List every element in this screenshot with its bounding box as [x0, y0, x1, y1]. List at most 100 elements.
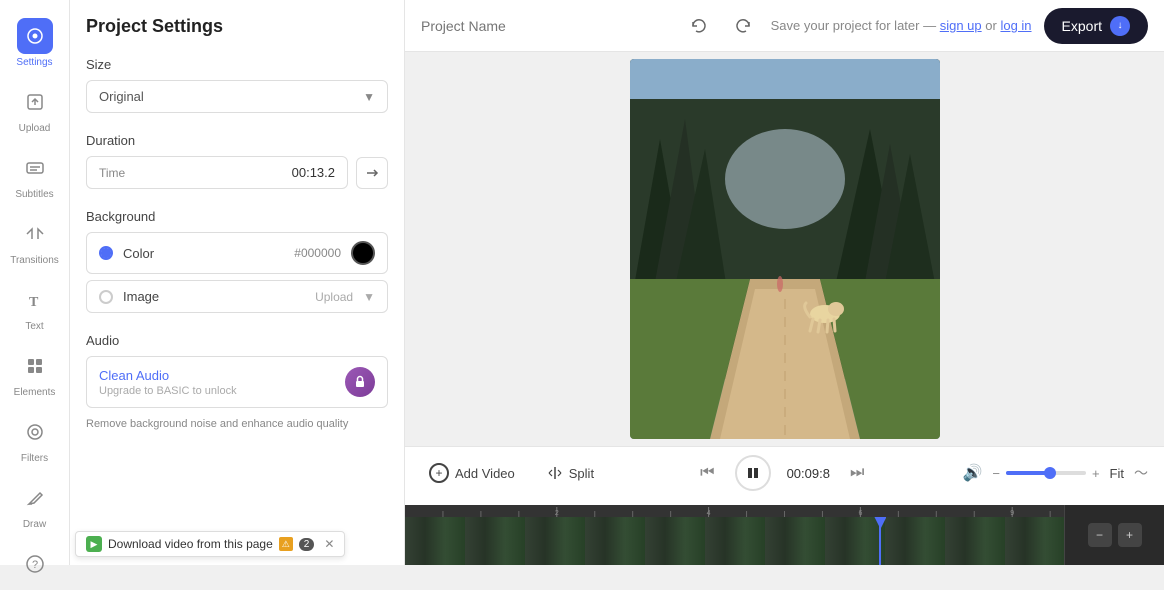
transitions-icon — [24, 223, 46, 245]
video-preview — [630, 59, 940, 439]
time-display: 00:09:8 — [787, 466, 830, 481]
sidebar-item-upload-label: Upload — [19, 123, 51, 134]
svg-text:9: 9 — [1010, 510, 1014, 517]
zoom-thumb[interactable] — [1044, 467, 1056, 479]
color-swatch[interactable] — [351, 241, 375, 265]
fit-button[interactable]: Fit — [1110, 466, 1124, 481]
bottom-controls: + Add Video Split ⏮ — [405, 446, 1164, 505]
video-scene-svg — [630, 59, 940, 439]
skip-back-button[interactable]: ⏮ — [696, 460, 718, 486]
undo-icon — [690, 17, 708, 35]
timeline-content[interactable] — [405, 517, 1064, 565]
sidebar-item-text-label: Text — [25, 321, 43, 332]
upgrade-label: Upgrade to BASIC to unlock — [99, 385, 237, 397]
filters-icon — [24, 421, 46, 443]
sidebar-item-upload[interactable]: Upload — [0, 76, 69, 142]
add-video-button[interactable]: + Add Video — [421, 459, 523, 487]
svg-text:T: T — [29, 295, 39, 310]
image-option[interactable]: Image Upload ▼ — [86, 280, 388, 313]
add-video-icon: + — [429, 463, 449, 483]
timeline: 2 4 6 9 12 — [405, 505, 1164, 565]
project-name-input[interactable] — [421, 18, 671, 34]
upload-chevron-icon: ▼ — [363, 290, 375, 304]
image-option-label: Image — [123, 289, 305, 304]
filters-icon-wrap — [17, 414, 53, 450]
zoom-in-icon[interactable]: + — [1092, 466, 1100, 481]
time-input[interactable]: Time 00:13.2 — [86, 156, 348, 189]
export-download-icon: ↓ — [1110, 16, 1130, 36]
playback-center: ⏮ 00:09:8 ⏭ — [618, 455, 946, 491]
sidebar-item-draw[interactable]: Draw — [0, 472, 69, 538]
subtitles-icon-wrap — [17, 150, 53, 186]
draw-icon — [24, 487, 46, 509]
duration-expand-button[interactable] — [356, 157, 388, 189]
elements-icon — [24, 355, 46, 377]
timeline-add-button[interactable]: + — [1118, 523, 1142, 547]
sidebar: Settings Upload Subtitles — [0, 0, 70, 565]
sidebar-item-elements-label: Elements — [14, 387, 56, 398]
remove-bg-text: Remove background noise and enhance audi… — [86, 418, 388, 430]
color-hex-value: #000000 — [294, 246, 341, 260]
audio-panel: Clean Audio Upgrade to BASIC to unlock — [86, 356, 388, 408]
subtitles-icon — [24, 157, 46, 179]
clean-audio-label[interactable]: Clean Audio — [99, 368, 237, 383]
zoom-track[interactable] — [1006, 471, 1086, 475]
export-button[interactable]: Export ↓ — [1044, 8, 1148, 44]
sidebar-item-transitions[interactable]: Transitions — [0, 208, 69, 274]
size-section: Size Original ▼ — [86, 57, 388, 113]
waveform-icon[interactable]: 〜 — [1134, 463, 1148, 483]
duration-section: Duration Time 00:13.2 — [86, 133, 388, 189]
svg-text:2: 2 — [555, 510, 559, 517]
lock-icon — [352, 374, 368, 390]
skip-forward-button[interactable]: ⏭ — [846, 460, 868, 486]
color-radio[interactable] — [99, 246, 113, 260]
split-icon — [547, 465, 563, 481]
timeline-zoom-out[interactable]: − — [1088, 523, 1112, 547]
pause-button[interactable] — [735, 455, 771, 491]
image-radio[interactable] — [99, 290, 113, 304]
duration-label: Duration — [86, 133, 388, 148]
save-text: Save your project for later — sign up or… — [771, 18, 1032, 33]
playhead[interactable] — [879, 517, 881, 565]
sidebar-item-settings[interactable]: Settings — [0, 10, 69, 76]
download-banner-text: Download video from this page — [108, 537, 273, 551]
upload-icon — [24, 91, 46, 113]
split-button[interactable]: Split — [539, 461, 602, 485]
transitions-icon-wrap — [17, 216, 53, 252]
sign-up-link[interactable]: sign up — [940, 18, 982, 33]
shield-badge-icon: ⚠ — [279, 537, 293, 551]
background-label: Background — [86, 209, 388, 224]
close-banner-button[interactable]: ✕ — [324, 537, 334, 551]
settings-panel: Project Settings Size Original ▼ Duratio… — [70, 0, 405, 565]
redo-button[interactable] — [727, 10, 759, 42]
audio-upgrade-icon[interactable] — [345, 367, 375, 397]
size-select[interactable]: Original ▼ — [86, 80, 388, 113]
playback-row: + Add Video Split ⏮ — [421, 455, 1148, 491]
pause-icon — [746, 466, 760, 480]
color-option-label: Color — [123, 246, 284, 261]
sidebar-item-filters-label: Filters — [21, 453, 48, 464]
sidebar-item-elements[interactable]: Elements — [0, 340, 69, 406]
color-option[interactable]: Color #000000 — [86, 232, 388, 274]
timeline-ruler: 2 4 6 9 12 — [405, 505, 1164, 517]
download-banner: ▶ Download video from this page ⚠ 2 ✕ — [75, 531, 345, 557]
playback-right: 🔊 − + Fit 〜 — [962, 463, 1148, 483]
sidebar-item-text[interactable]: T Text — [0, 274, 69, 340]
sidebar-item-transitions-label: Transitions — [10, 255, 59, 266]
settings-title: Project Settings — [86, 16, 388, 37]
volume-icon[interactable]: 🔊 — [962, 463, 982, 483]
sidebar-item-subtitles[interactable]: Subtitles — [0, 142, 69, 208]
svg-text:6: 6 — [858, 510, 862, 517]
top-bar: Save your project for later — sign up or… — [405, 0, 1164, 52]
audio-section: Audio Clean Audio Upgrade to BASIC to un… — [86, 333, 388, 430]
main-area: Save your project for later — sign up or… — [405, 0, 1164, 565]
svg-text:?: ? — [32, 559, 38, 571]
upload-button[interactable]: Upload — [315, 290, 353, 304]
help-icon-wrap: ? — [17, 546, 53, 582]
undo-button[interactable] — [683, 10, 715, 42]
log-in-link[interactable]: log in — [1000, 18, 1031, 33]
sidebar-item-filters[interactable]: Filters — [0, 406, 69, 472]
zoom-out-icon[interactable]: − — [992, 466, 1000, 481]
timeline-controls: − + — [1088, 523, 1142, 547]
sidebar-item-help[interactable]: ? — [0, 538, 69, 590]
